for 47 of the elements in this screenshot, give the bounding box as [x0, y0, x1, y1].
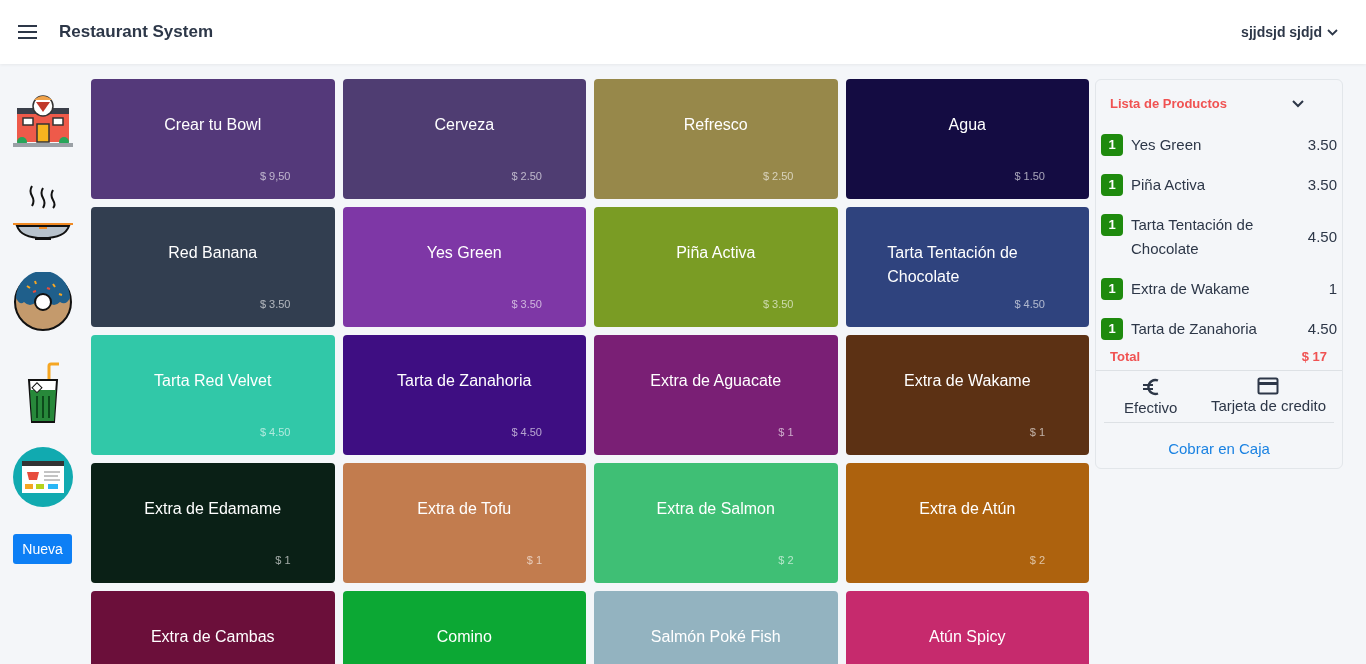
quantity-badge: 1 — [1101, 278, 1123, 300]
order-item-price: 4.50 — [1307, 227, 1337, 247]
product-tile[interactable]: Refresco $ 2.50 — [594, 79, 838, 199]
order-item-name: Piña Activa — [1131, 175, 1207, 195]
new-button[interactable]: Nueva — [13, 534, 72, 564]
order-item-price: 3.50 — [1307, 135, 1337, 155]
order-item-name: Extra de Wakame — [1131, 279, 1251, 299]
menu-icon[interactable] — [18, 25, 37, 39]
chevron-down-icon — [1327, 28, 1338, 36]
quantity-badge: 1 — [1101, 174, 1123, 196]
total-label: Total — [1110, 349, 1141, 364]
product-tile[interactable]: Red Banana $ 3.50 — [91, 207, 335, 327]
product-tile[interactable]: Extra de Atún $ 2 — [845, 463, 1089, 583]
product-tile[interactable]: Atún Spicy — [845, 591, 1089, 664]
order-item-name: Tarta Tentación de Chocolate — [1131, 215, 1255, 259]
donut-icon[interactable] — [12, 272, 73, 332]
product-tile[interactable]: Yes Green $ 3.50 — [342, 207, 586, 327]
product-tile[interactable]: Extra de Wakame $ 1 — [845, 335, 1089, 455]
order-item-price: 3.50 — [1307, 175, 1337, 195]
user-menu[interactable]: sjjdsjd sjdjd — [1241, 24, 1338, 40]
restaurant-icon[interactable] — [12, 94, 73, 148]
product-tile[interactable]: Tarta Tentación de Chocolate $ 4.50 — [845, 207, 1089, 327]
bowl-icon[interactable] — [12, 184, 73, 242]
order-item-price: 1 — [1328, 279, 1337, 299]
order-item-name: Tarta de Zanahoria — [1131, 319, 1258, 339]
order-list-title: Lista de Productos — [1110, 96, 1228, 111]
order-item-name: Yes Green — [1131, 135, 1203, 155]
euro-icon — [1141, 377, 1160, 397]
payment-button[interactable]: Efectivo — [1124, 377, 1178, 416]
credit-card-icon — [1257, 377, 1280, 395]
browser-icon[interactable] — [11, 446, 74, 508]
product-tile[interactable]: Extra de Aguacate $ 1 — [594, 335, 838, 455]
total-amount: $ 17 — [1301, 349, 1327, 364]
quantity-badge: 1 — [1101, 318, 1123, 340]
payment-button[interactable]: Tarjeta de credito — [1210, 377, 1326, 416]
quantity-badge: 1 — [1101, 134, 1123, 156]
product-tile[interactable]: Tarta de Zanahoria $ 4.50 — [342, 335, 586, 455]
product-tile[interactable]: Crear tu Bowl $ 9,50 — [91, 79, 335, 199]
product-tile[interactable]: Extra de Cambas — [91, 591, 335, 664]
product-tile[interactable]: Cerveza $ 2.50 — [342, 79, 586, 199]
order-item-price: 4.50 — [1307, 319, 1337, 339]
checkout-link[interactable]: Cobrar en Caja — [1162, 439, 1276, 458]
product-tile[interactable]: Agua $ 1.50 — [845, 79, 1089, 199]
quantity-badge: 1 — [1101, 214, 1123, 236]
product-tile[interactable]: Extra de Edamame $ 1 — [91, 463, 335, 583]
chevron-down-icon[interactable] — [1292, 99, 1304, 108]
app-title: Restaurant System — [59, 22, 214, 42]
